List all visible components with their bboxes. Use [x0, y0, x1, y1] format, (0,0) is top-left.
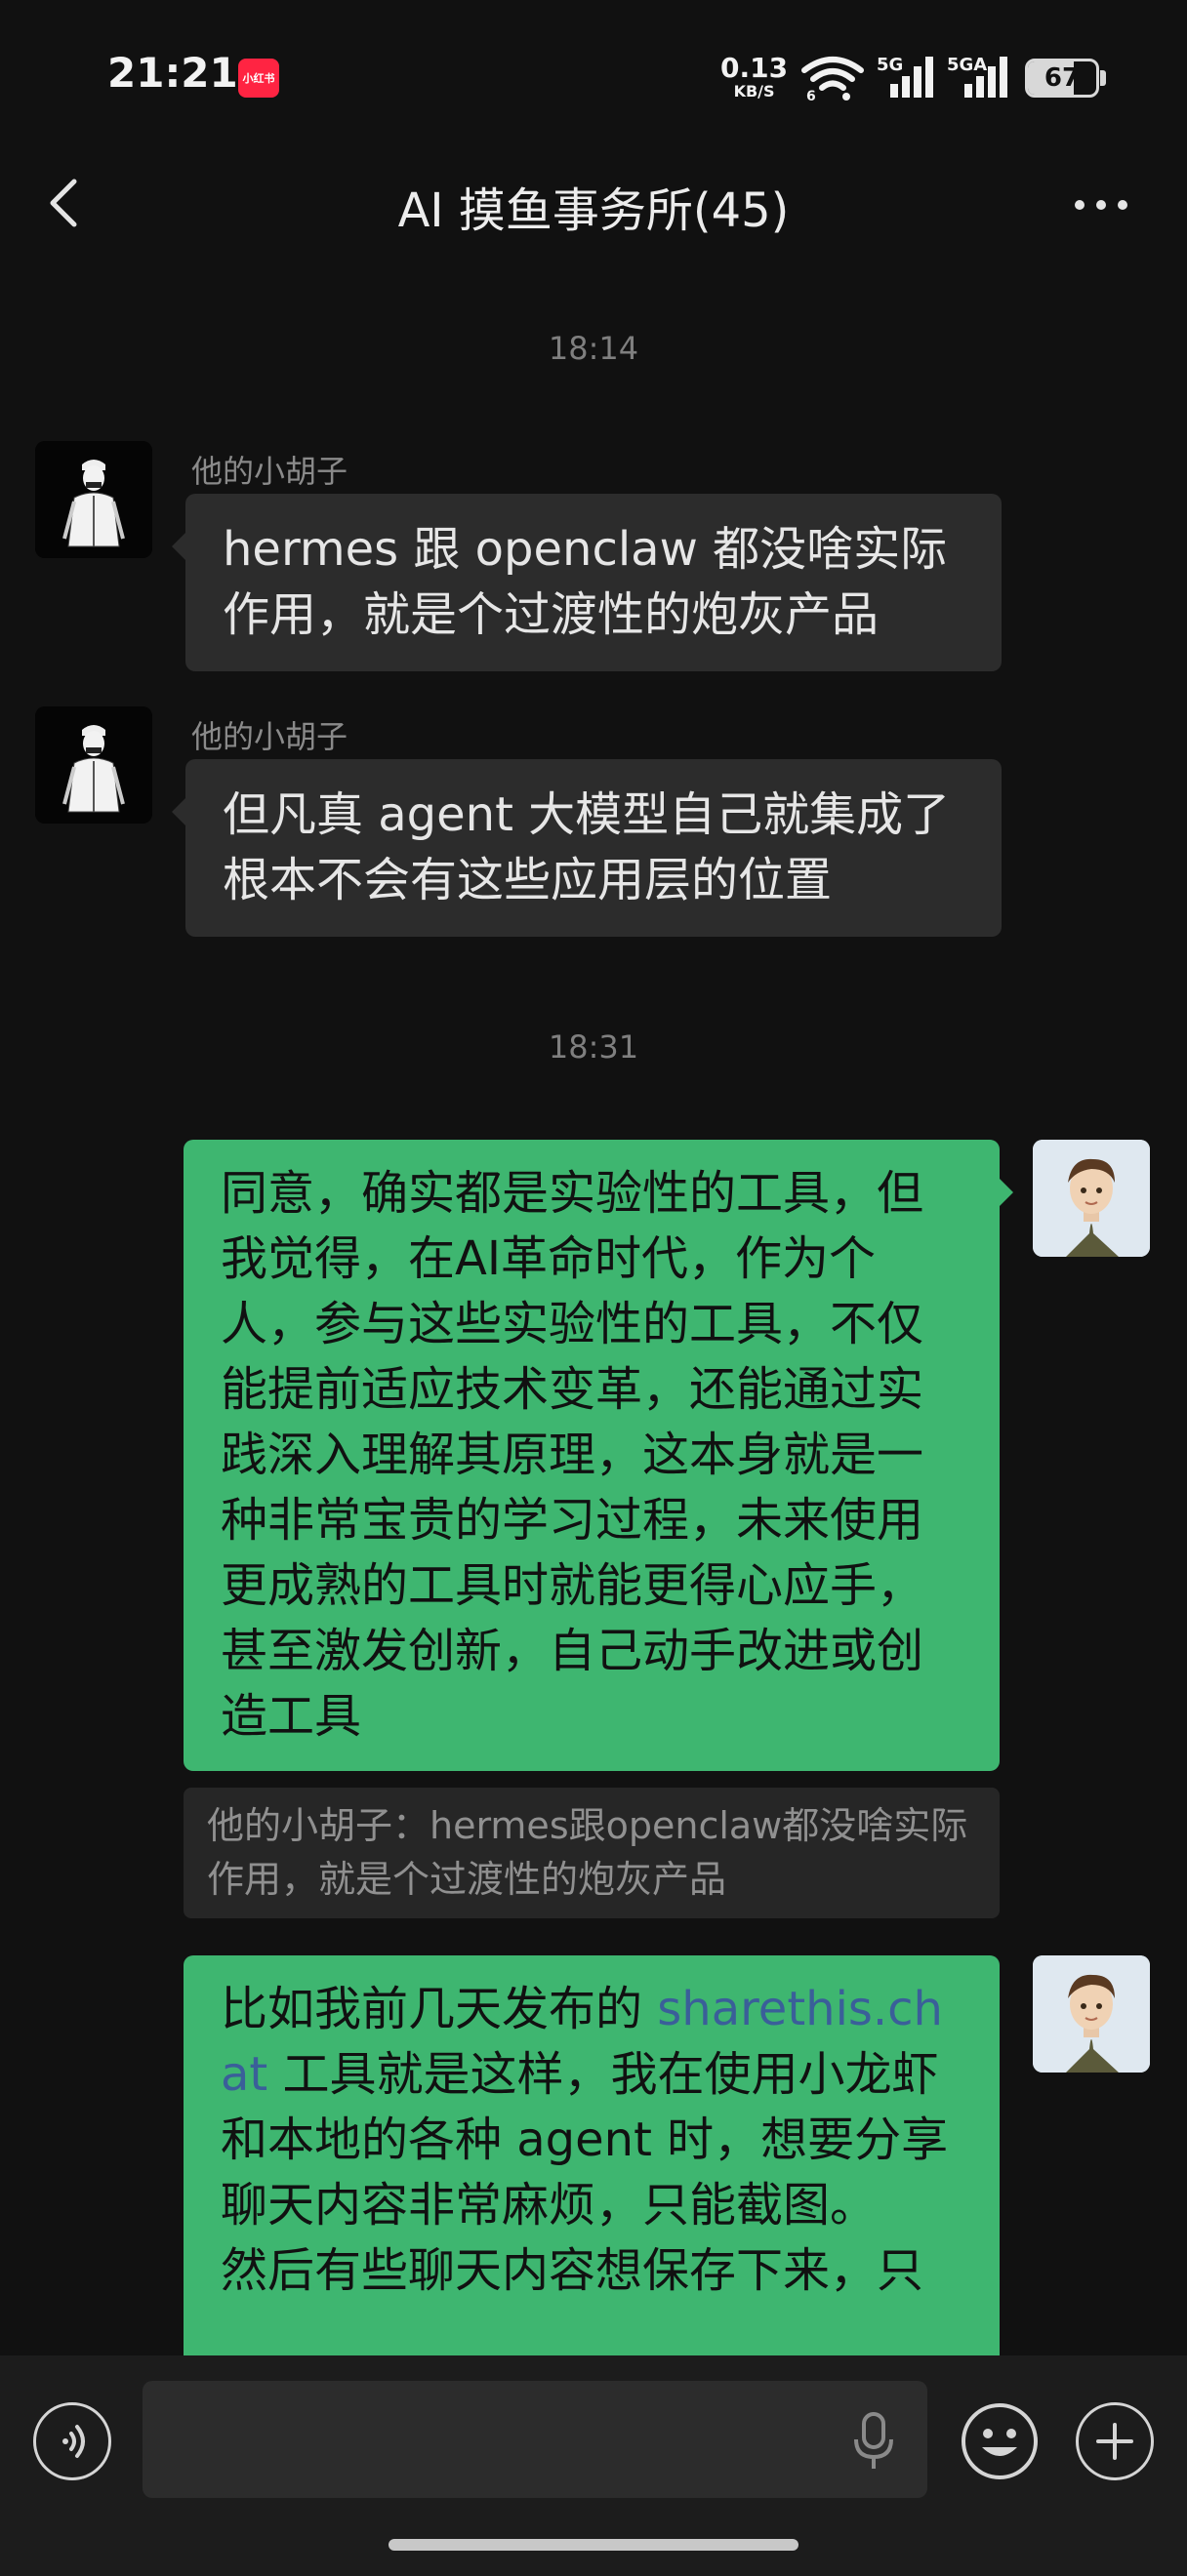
battery-level: 67 — [1044, 63, 1081, 93]
incoming-message-bubble[interactable]: 但凡真 agent 大模型自己就集成了 根本不会有这些应用层的位置 — [172, 759, 1002, 937]
outgoing-message-bubble[interactable]: 比如我前几天发布的 sharethis.chat 工具就是这样，我在使用小龙虾和… — [184, 1955, 1000, 2355]
plus-button[interactable] — [1076, 2402, 1154, 2480]
message-text: 然后有些聊天内容想保存下来，只 — [221, 2243, 924, 2298]
incoming-message-bubble[interactable]: hermes 跟 openclaw 都没啥实际作用，就是个过渡性的炮灰产品 — [172, 494, 1002, 671]
sender-name: 他的小胡子 — [191, 718, 348, 755]
voice-button[interactable] — [33, 2402, 111, 2480]
signal-5g-label: 5G — [877, 55, 903, 75]
wifi-sub-label: 6 — [806, 89, 816, 101]
status-time: 21:21 — [107, 49, 238, 97]
message-input[interactable] — [143, 2381, 927, 2498]
chat-title: AI 摸鱼事务所(45) — [397, 183, 790, 238]
microphone-icon[interactable] — [849, 2410, 898, 2475]
wifi-icon: 6 — [801, 57, 864, 101]
xiaohongshu-notification-icon: 小红书 — [238, 59, 279, 98]
person-sketch-icon — [35, 441, 152, 558]
cartoon-boy-icon — [1033, 1140, 1150, 1257]
my-avatar[interactable] — [1033, 1955, 1150, 2073]
battery-tip — [1100, 70, 1106, 86]
status-bar: 21:21 小红书 0.13 KB/S 6 5G 5GA 67 — [0, 0, 1187, 146]
signal-5ga-label: 5GA — [947, 55, 987, 75]
timestamp: 18:31 — [548, 1028, 639, 1066]
sender-avatar[interactable] — [35, 441, 152, 558]
signal-5ga-icon: 5GA — [947, 55, 1007, 98]
message-text: 工具就是这样，我在使用小龙虾和本地的各种 agent 时，想要分享聊天内容非常麻… — [221, 2047, 949, 2233]
message-text: 比如我前几天发布的 — [221, 1982, 658, 2036]
quoted-reply[interactable]: 他的小胡子：hermes跟openclaw都没啥实际作用，就是个过渡性的炮灰产品 — [184, 1788, 1000, 1918]
voice-icon — [62, 2425, 85, 2458]
plus-icon — [1096, 2423, 1133, 2460]
battery-icon: 67 — [1025, 59, 1099, 98]
sender-name: 他的小胡子 — [191, 453, 348, 490]
back-arrow-icon[interactable] — [43, 174, 88, 232]
network-speed-unit: KB/S — [733, 82, 775, 101]
signal-5g-icon: 5G — [877, 55, 933, 98]
home-indicator[interactable] — [389, 2539, 798, 2551]
outgoing-message-bubble[interactable]: 同意，确实都是实验性的工具，但我觉得，在AI革命时代，作为个人，参与这些实验性的… — [184, 1140, 1013, 1771]
sender-avatar[interactable] — [35, 706, 152, 824]
timestamp: 18:14 — [548, 330, 639, 367]
my-avatar[interactable] — [1033, 1140, 1150, 1257]
cartoon-boy-icon — [1033, 1955, 1150, 2073]
more-dots-icon[interactable] — [1072, 185, 1130, 224]
person-sketch-icon — [35, 706, 152, 824]
emoji-icon[interactable] — [961, 2402, 1039, 2480]
network-speed: 0.13 KB/S — [720, 55, 788, 100]
network-speed-value: 0.13 — [720, 52, 789, 84]
